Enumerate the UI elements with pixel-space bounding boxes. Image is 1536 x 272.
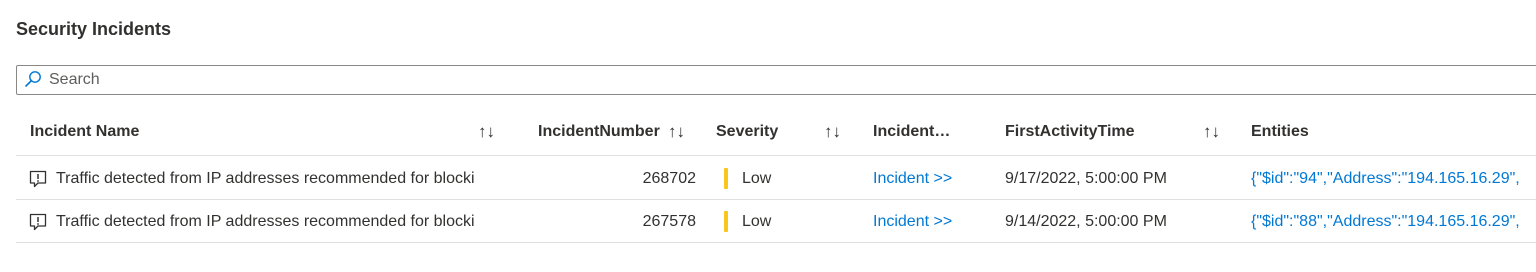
severity-cell: Low: [742, 170, 772, 187]
first-activity-time-cell: 9/17/2022, 5:00:00 PM: [1005, 170, 1167, 187]
incident-link[interactable]: Incident >>: [873, 201, 993, 243]
column-header-first-activity-time[interactable]: FirstActivityTime: [1005, 110, 1135, 154]
search-input[interactable]: [49, 66, 1449, 94]
severity-indicator: [724, 211, 728, 232]
incident-alert-icon: [29, 213, 47, 231]
search-box[interactable]: [16, 65, 1536, 95]
column-header-severity[interactable]: Severity: [716, 110, 778, 154]
table-row[interactable]: Traffic detected from IP addresses recom…: [16, 158, 1536, 200]
incident-number-cell: 267578: [642, 213, 696, 230]
sort-icon-severity[interactable]: ↑↓: [824, 110, 841, 154]
entities-link[interactable]: {"$id":"94","Address":"194.165.16.29",: [1251, 158, 1536, 200]
page-title: Security Incidents: [16, 19, 172, 39]
severity-indicator: [724, 168, 728, 189]
incident-alert-icon: [29, 170, 47, 188]
incident-number-cell: 268702: [642, 170, 696, 187]
sort-icon-first-activity-time[interactable]: ↑↓: [1203, 110, 1220, 154]
severity-cell: Low: [742, 213, 772, 230]
incident-link[interactable]: Incident >>: [873, 158, 993, 200]
column-header-incident-number[interactable]: IncidentNumber: [538, 110, 660, 154]
entities-link[interactable]: {"$id":"88","Address":"194.165.16.29",: [1251, 201, 1536, 243]
column-header-incident[interactable]: Incident…: [873, 110, 950, 154]
row-divider: [16, 199, 1536, 200]
column-header-entities[interactable]: Entities: [1251, 110, 1309, 154]
header-divider: [16, 155, 1536, 156]
incident-name-cell[interactable]: Traffic detected from IP addresses recom…: [56, 201, 516, 243]
column-header-incident-name[interactable]: Incident Name: [30, 110, 139, 154]
row-divider: [16, 242, 1536, 243]
first-activity-time-cell: 9/14/2022, 5:00:00 PM: [1005, 213, 1167, 230]
sort-icon-incident-name[interactable]: ↑↓: [478, 110, 495, 154]
search-icon: [25, 71, 41, 87]
sort-icon-incident-number[interactable]: ↑↓: [668, 110, 685, 154]
incident-name-cell[interactable]: Traffic detected from IP addresses recom…: [56, 158, 516, 200]
table-row[interactable]: Traffic detected from IP addresses recom…: [16, 201, 1536, 243]
